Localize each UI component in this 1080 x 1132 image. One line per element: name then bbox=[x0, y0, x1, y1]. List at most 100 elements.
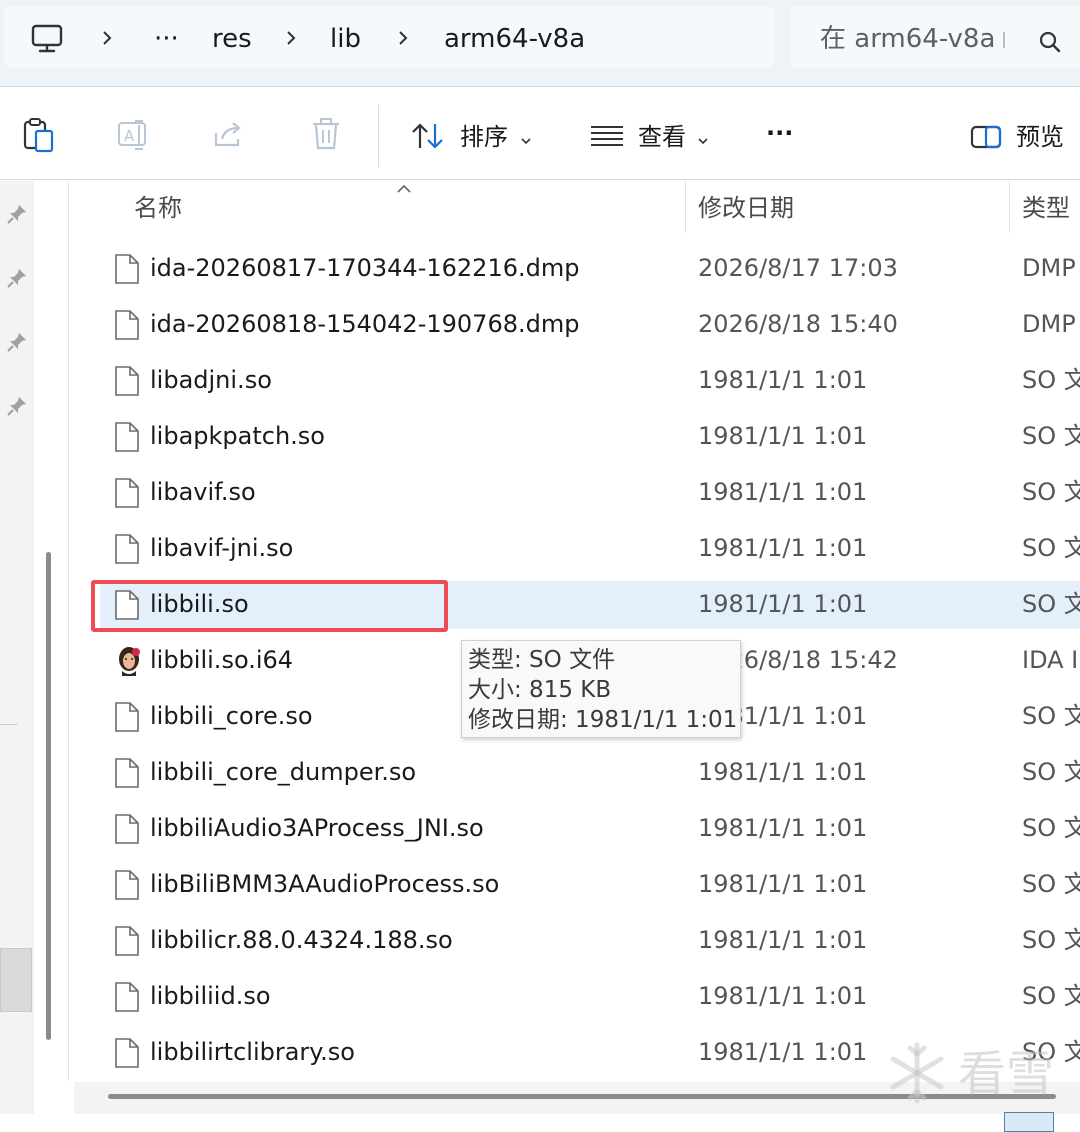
file-name: libBiliBMM3AAudioProcess.so bbox=[150, 870, 500, 898]
search-icon[interactable] bbox=[1038, 30, 1062, 58]
table-row[interactable]: libbiliAudio3AProcess_JNI.so 1981/1/1 1:0… bbox=[100, 805, 1080, 853]
search-input[interactable]: 在 arm64-v8a bbox=[820, 24, 1005, 54]
sort-ascending-icon bbox=[396, 181, 412, 198]
view-icon[interactable] bbox=[590, 125, 624, 151]
pin-icon[interactable] bbox=[6, 395, 28, 421]
file-type: SO 文 bbox=[1022, 870, 1080, 898]
file-icon bbox=[114, 309, 140, 345]
file-type: SO 文 bbox=[1022, 926, 1080, 954]
file-icon bbox=[114, 925, 140, 961]
chevron-right-icon[interactable] bbox=[396, 30, 410, 50]
more-options-button[interactable]: ··· bbox=[766, 119, 793, 147]
file-name: libapkpatch.so bbox=[150, 422, 325, 450]
pin-icon[interactable] bbox=[6, 331, 28, 357]
file-name: libavif.so bbox=[150, 478, 256, 506]
file-type: DMP bbox=[1022, 254, 1076, 282]
snowflake-logo-icon bbox=[884, 1040, 950, 1110]
table-row[interactable]: libapkpatch.so 1981/1/1 1:01 SO 文 bbox=[100, 413, 1080, 461]
column-header-type[interactable]: 类型 bbox=[1022, 193, 1070, 223]
breadcrumb-overflow[interactable]: ··· bbox=[154, 24, 179, 54]
file-name: ida-20260817-170344-162216.dmp bbox=[150, 254, 580, 282]
breadcrumb-lib[interactable]: lib bbox=[330, 24, 361, 54]
table-row[interactable]: libbili_core_dumper.so 1981/1/1 1:01 SO 文 bbox=[100, 749, 1080, 797]
column-divider[interactable] bbox=[1009, 181, 1010, 233]
table-row[interactable]: libBiliBMM3AAudioProcess.so 1981/1/1 1:01… bbox=[100, 861, 1080, 909]
file-icon bbox=[114, 869, 140, 905]
tooltip-type: 类型: SO 文件 bbox=[468, 647, 616, 673]
file-type: SO 文 bbox=[1022, 982, 1080, 1010]
title-bar: ··· res lib arm64-v8a 在 arm64-v8a bbox=[0, 0, 1080, 86]
file-name: libbili.so.i64 bbox=[150, 646, 294, 674]
table-row[interactable]: ida-20260817-170344-162216.dmp 2026/8/17 … bbox=[100, 245, 1080, 293]
pin-icon[interactable] bbox=[6, 267, 28, 293]
search-box[interactable]: 在 arm64-v8a bbox=[790, 6, 1080, 68]
file-icon bbox=[114, 813, 140, 849]
preview-button[interactable]: 预览 bbox=[1016, 123, 1064, 151]
this-pc-icon[interactable] bbox=[30, 24, 64, 58]
file-icon bbox=[114, 365, 140, 401]
file-type: SO 文 bbox=[1022, 422, 1080, 450]
view-button[interactable]: 查看 bbox=[638, 123, 686, 151]
chevron-down-icon[interactable] bbox=[520, 131, 532, 150]
table-row[interactable]: libbilicr.88.0.4324.188.so 1981/1/1 1:01 S… bbox=[100, 917, 1080, 965]
table-row[interactable]: libavif-jni.so 1981/1/1 1:01 SO 文 bbox=[100, 525, 1080, 573]
file-name: libavif-jni.so bbox=[150, 534, 294, 562]
table-row[interactable]: libavif.so 1981/1/1 1:01 SO 文 bbox=[100, 469, 1080, 517]
chevron-right-icon[interactable] bbox=[284, 30, 298, 50]
column-header-name[interactable]: 名称 bbox=[134, 193, 182, 223]
rename-icon[interactable]: A bbox=[116, 119, 152, 155]
paste-icon[interactable] bbox=[22, 117, 56, 157]
file-modified-date: 1981/1/1 1:01 bbox=[698, 758, 868, 786]
file-name: libbili_core_dumper.so bbox=[150, 758, 417, 786]
share-icon[interactable] bbox=[212, 119, 246, 155]
details-view-toggle[interactable] bbox=[1004, 1112, 1054, 1132]
file-type: DMP bbox=[1022, 310, 1076, 338]
address-bar[interactable]: ··· res lib arm64-v8a bbox=[4, 6, 774, 68]
annotation-highlight-box bbox=[91, 580, 448, 632]
nav-scrollbar-thumb[interactable] bbox=[46, 552, 51, 1040]
file-modified-date: 1981/1/1 1:01 bbox=[698, 814, 868, 842]
file-name: libbilirtclibrary.so bbox=[150, 1038, 355, 1066]
file-type: SO 文 bbox=[1022, 758, 1080, 786]
file-modified-date: 1981/1/1 1:01 bbox=[698, 590, 868, 618]
table-row[interactable]: ida-20260818-154042-190768.dmp 2026/8/18 … bbox=[100, 301, 1080, 349]
tooltip-size: 大小: 815 KB bbox=[468, 677, 612, 703]
preview-pane-icon[interactable] bbox=[970, 125, 1002, 153]
table-row[interactable]: libbiliid.so 1981/1/1 1:01 SO 文 bbox=[100, 973, 1080, 1021]
nav-item-collapsed[interactable] bbox=[0, 948, 32, 1012]
pin-icon[interactable] bbox=[6, 203, 28, 229]
file-modified-date: 1981/1/1 1:01 bbox=[698, 1038, 868, 1066]
file-name: libbili_core.so bbox=[150, 702, 313, 730]
file-icon bbox=[114, 701, 140, 737]
file-name: ida-20260818-154042-190768.dmp bbox=[150, 310, 580, 338]
file-tooltip: 类型: SO 文件 大小: 815 KB 修改日期: 1981/1/1 1:01 bbox=[461, 640, 741, 738]
table-row[interactable]: libadjni.so 1981/1/1 1:01 SO 文 bbox=[100, 357, 1080, 405]
breadcrumb-res[interactable]: res bbox=[212, 24, 252, 54]
sort-button[interactable]: 排序 bbox=[460, 123, 508, 151]
nav-divider bbox=[0, 724, 18, 725]
status-bar bbox=[0, 1114, 1080, 1132]
file-modified-date: 1981/1/1 1:01 bbox=[698, 422, 868, 450]
file-name: libbiliid.so bbox=[150, 982, 271, 1010]
file-name: libadjni.so bbox=[150, 366, 272, 394]
watermark-text: 看雪 bbox=[958, 1046, 1055, 1102]
file-icon bbox=[114, 253, 140, 289]
file-modified-date: 1981/1/1 1:01 bbox=[698, 870, 868, 898]
file-name: libbiliAudio3AProcess_JNI.so bbox=[150, 814, 484, 842]
file-type: SO 文 bbox=[1022, 590, 1080, 618]
delete-icon[interactable] bbox=[310, 117, 342, 155]
column-divider[interactable] bbox=[685, 181, 686, 233]
file-icon bbox=[114, 757, 140, 793]
file-modified-date: 2026/8/17 17:03 bbox=[698, 254, 898, 282]
file-modified-date: 1981/1/1 1:01 bbox=[698, 982, 868, 1010]
breadcrumb-arm64-v8a[interactable]: arm64-v8a bbox=[444, 24, 585, 54]
file-modified-date: 1981/1/1 1:01 bbox=[698, 366, 868, 394]
pane-separator[interactable] bbox=[68, 181, 69, 1081]
chevron-down-icon[interactable] bbox=[697, 131, 709, 150]
file-type: SO 文 bbox=[1022, 366, 1080, 394]
chevron-right-icon[interactable] bbox=[100, 30, 114, 50]
sort-icon[interactable] bbox=[410, 121, 446, 155]
ida-database-icon bbox=[114, 645, 144, 681]
column-header-modified[interactable]: 修改日期 bbox=[698, 193, 794, 223]
file-name: libbilicr.88.0.4324.188.so bbox=[150, 926, 453, 954]
